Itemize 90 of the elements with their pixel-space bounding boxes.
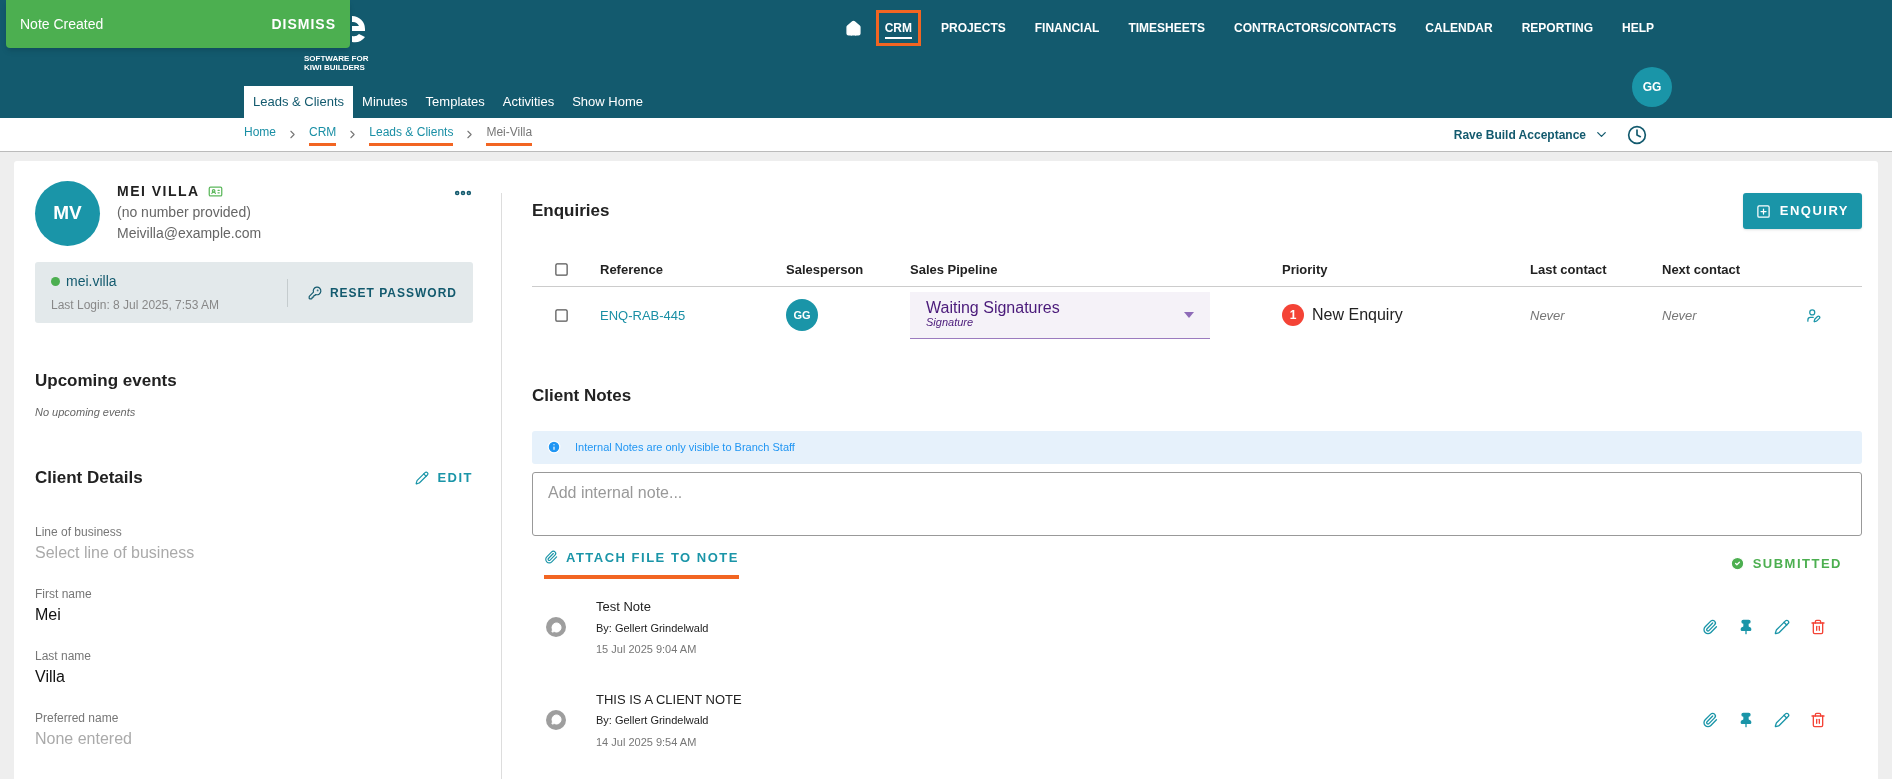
field-label: Last name bbox=[35, 647, 93, 665]
comment-icon bbox=[546, 709, 566, 730]
delete-icon[interactable] bbox=[1810, 619, 1826, 636]
column-header: Priority bbox=[1282, 261, 1328, 277]
key-icon bbox=[307, 285, 322, 300]
column-header: Sales Pipeline bbox=[910, 261, 998, 277]
note-title: THIS IS A CLIENT NOTE bbox=[596, 690, 742, 709]
field-label: Line of business bbox=[35, 523, 123, 541]
nav-link[interactable]: HELP bbox=[1616, 13, 1660, 43]
attach-icon[interactable] bbox=[1702, 619, 1718, 636]
paperclip-icon bbox=[544, 550, 558, 565]
field-value: None entered bbox=[35, 728, 133, 749]
branch-selector[interactable]: Rave Build Acceptance bbox=[1453, 125, 1609, 144]
breadcrumb-link[interactable]: Home bbox=[244, 123, 276, 146]
submitted-status: SUBMITTED bbox=[1729, 553, 1842, 573]
column-header: Salesperson bbox=[786, 261, 864, 277]
edit-button[interactable]: EDIT bbox=[415, 468, 473, 488]
pencil-icon bbox=[415, 470, 430, 485]
breadcrumb-link[interactable]: Leads & Clients bbox=[369, 123, 454, 146]
empty-message: No upcoming events bbox=[35, 404, 137, 420]
nav-link[interactable]: PROJECTS bbox=[935, 13, 1012, 43]
nav-link[interactable]: CRM bbox=[878, 13, 919, 43]
username: mei.villa bbox=[66, 272, 117, 291]
home-icon[interactable] bbox=[844, 19, 862, 37]
tab[interactable]: Minutes bbox=[353, 86, 417, 118]
checkbox[interactable] bbox=[554, 262, 569, 277]
edit-icon[interactable] bbox=[1774, 619, 1790, 636]
nav-link[interactable]: FINANCIAL bbox=[1028, 13, 1106, 43]
edit-icon[interactable] bbox=[1774, 711, 1790, 728]
tab[interactable]: Templates bbox=[416, 86, 494, 118]
check-circle-icon bbox=[1729, 555, 1745, 571]
attach-file-button[interactable]: ATTACH FILE TO NOTE bbox=[544, 547, 739, 579]
nav-link[interactable]: REPORTING bbox=[1515, 13, 1599, 43]
info-text: Internal Notes are only visible to Branch Staff bbox=[575, 439, 795, 455]
id-card-icon bbox=[207, 184, 223, 199]
info-icon bbox=[547, 440, 561, 454]
column-header: Last contact bbox=[1530, 261, 1607, 277]
column-header: Next contact bbox=[1662, 261, 1741, 277]
breadcrumb-current[interactable]: Mei-Villa bbox=[486, 123, 533, 146]
breadcrumb-link[interactable]: CRM bbox=[309, 123, 337, 146]
field-value: Villa bbox=[35, 666, 66, 687]
client-phone: (no number provided) bbox=[117, 203, 252, 222]
reset-password-button[interactable]: RESET PASSWORD bbox=[307, 283, 457, 302]
tab[interactable]: Activities bbox=[493, 86, 564, 118]
section-title: Upcoming events bbox=[35, 370, 178, 392]
priority-label: New Enquiry bbox=[1312, 305, 1403, 325]
field-label: Preferred name bbox=[35, 709, 120, 727]
logo-tagline: SOFTWARE FOR KIWI BUILDERS bbox=[304, 54, 370, 72]
client-avatar: MV bbox=[35, 181, 100, 246]
checkbox[interactable] bbox=[554, 307, 569, 323]
salesperson-avatar: GG bbox=[786, 299, 818, 331]
comment-icon bbox=[546, 617, 566, 638]
pipeline-dropdown[interactable]: Waiting Signatures Signature bbox=[910, 291, 1210, 339]
assign-user-icon[interactable] bbox=[1806, 307, 1821, 323]
last-contact: Never bbox=[1530, 308, 1565, 323]
plus-square-icon bbox=[1755, 203, 1771, 219]
section-title: Enquiries bbox=[532, 200, 610, 223]
logo-icon bbox=[352, 14, 366, 44]
note-date: 14 Jul 2025 9:54 AM bbox=[596, 734, 698, 750]
clock-icon[interactable] bbox=[1627, 124, 1647, 145]
client-email: Meivilla@example.com bbox=[117, 224, 262, 243]
attach-icon[interactable] bbox=[1702, 711, 1718, 728]
field-label: First name bbox=[35, 585, 93, 603]
note-title: Test Note bbox=[596, 598, 652, 616]
dropdown-caret-icon bbox=[1184, 311, 1194, 318]
nav-link[interactable]: CALENDAR bbox=[1419, 13, 1499, 43]
pin-icon[interactable] bbox=[1738, 711, 1754, 728]
note-author: By: Gellert Grindelwald bbox=[596, 620, 709, 636]
note-date: 15 Jul 2025 9:04 AM bbox=[596, 642, 698, 657]
nav-link[interactable]: TIMESHEETS bbox=[1122, 13, 1212, 43]
note-author: By: Gellert Grindelwald bbox=[596, 713, 710, 728]
tab[interactable]: Leads & Clients bbox=[244, 86, 354, 118]
field-value: Mei bbox=[35, 604, 62, 625]
note-input[interactable]: Add internal note... bbox=[532, 471, 1862, 536]
section-title: Client Details bbox=[35, 467, 143, 489]
reference-link[interactable]: ENQ-RAB-445 bbox=[600, 308, 686, 323]
next-contact: Never bbox=[1662, 308, 1697, 323]
add-enquiry-button[interactable]: ENQUIRY bbox=[1742, 193, 1862, 229]
priority-badge: 1 bbox=[1282, 304, 1304, 326]
toast-message: Note Created bbox=[20, 14, 104, 34]
field-value: Select line of business bbox=[35, 542, 196, 563]
pin-icon[interactable] bbox=[1738, 619, 1754, 636]
last-login: Last Login: 8 Jul 2025, 7:53 AM bbox=[51, 297, 220, 314]
user-avatar[interactable]: GG bbox=[1632, 67, 1672, 107]
delete-icon[interactable] bbox=[1810, 711, 1826, 728]
nav-link[interactable]: CONTRACTORS/CONTACTS bbox=[1228, 13, 1403, 43]
tab[interactable]: Show Home bbox=[563, 86, 652, 118]
column-header: Reference bbox=[600, 261, 663, 277]
client-name: MEI VILLA bbox=[117, 182, 200, 201]
section-title: Client Notes bbox=[532, 385, 633, 407]
